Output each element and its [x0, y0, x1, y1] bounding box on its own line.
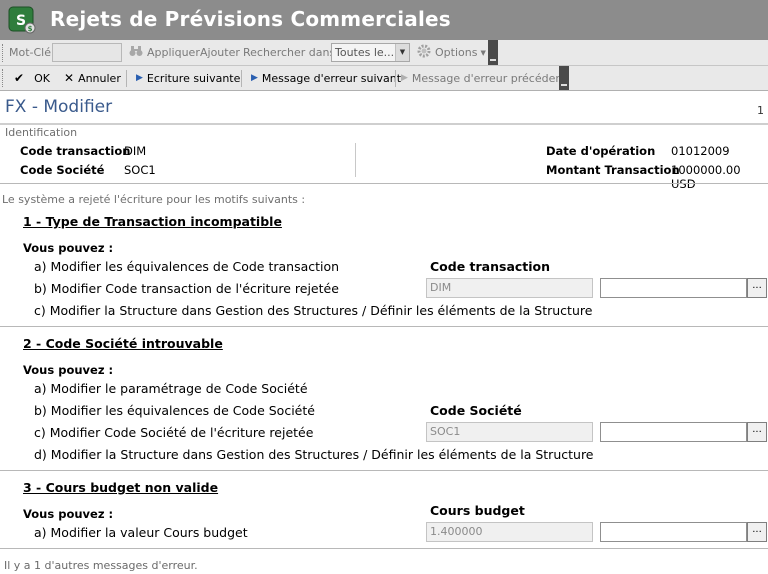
- footer-message: Il y a 1 d'autres messages d'erreur.: [4, 559, 198, 572]
- binoculars-icon: [129, 45, 143, 60]
- chevron-down-icon: ▼: [395, 44, 409, 61]
- action-toolbar: ✔ OK ✕ Annuler ▶ Ecriture suivante ▶ Mes…: [0, 66, 768, 91]
- ok-button[interactable]: ✔ OK: [14, 66, 50, 90]
- keyword-label: Mot-Clé: [9, 46, 52, 59]
- option-item: a) Modifier le paramétrage de Code Socié…: [34, 381, 308, 396]
- toolbar-separator: [241, 70, 242, 87]
- divider: [0, 123, 768, 125]
- window-title: Rejets de Prévisions Commerciales: [50, 7, 451, 31]
- code-societe-value: SOC1: [124, 163, 156, 177]
- form-title: FX - Modifier: [5, 97, 113, 117]
- toolbar-separator: [395, 70, 396, 87]
- keyword-input[interactable]: [52, 43, 122, 62]
- new-value-input[interactable]: [600, 278, 747, 298]
- toolbar-overflow-button[interactable]: [488, 40, 498, 65]
- you-can-label: Vous pouvez :: [23, 363, 114, 377]
- browse-button[interactable]: ...: [747, 422, 767, 442]
- code-transaction-label: Code transaction: [20, 144, 131, 158]
- code-transaction-value: DIM: [124, 144, 147, 158]
- page-number: 1: [757, 104, 764, 117]
- options-button[interactable]: Options ▼: [417, 40, 486, 65]
- date-operation-value: 01012009: [671, 144, 730, 158]
- next-arrow-icon: ▶: [251, 73, 258, 83]
- toolbar-grip[interactable]: [2, 69, 5, 87]
- toolbar-grip[interactable]: [2, 44, 5, 62]
- section-title: 2 - Code Société introuvable: [23, 336, 223, 351]
- apply-label: Appliquer: [147, 46, 200, 59]
- add-button[interactable]: Ajouter: [200, 40, 240, 65]
- date-operation-label: Date d'opération: [546, 144, 656, 158]
- divider: [0, 183, 768, 184]
- checkmark-icon: ✔: [14, 71, 25, 85]
- new-value-input[interactable]: [600, 422, 747, 442]
- cancel-button[interactable]: ✕ Annuler: [64, 66, 121, 90]
- montant-value: 1000000.00 USD: [671, 163, 741, 191]
- prev-error-label: Message d'erreur précédent: [411, 71, 567, 85]
- code-societe-label: Code Société: [20, 163, 105, 177]
- search-toolbar: Mot-Clé Appliquer Ajouter Rechercher dan…: [0, 40, 768, 66]
- option-item: b) Modifier Code transaction de l'écritu…: [34, 281, 339, 296]
- option-item: a) Modifier les équivalences de Code tra…: [34, 259, 340, 274]
- toolbar-overflow-button[interactable]: [559, 66, 569, 90]
- you-can-label: Vous pouvez :: [23, 241, 114, 255]
- cancel-label: Annuler: [78, 71, 121, 85]
- toolbar-separator: [126, 70, 127, 87]
- prev-error-button[interactable]: ▶ Message d'erreur précédent: [401, 66, 567, 90]
- app-logo-icon: S $: [8, 6, 36, 34]
- divider: [0, 548, 768, 549]
- identification-heading: Identification: [5, 126, 78, 139]
- apply-button[interactable]: Appliquer: [129, 40, 200, 65]
- current-value-field: 1.400000: [426, 522, 593, 542]
- next-error-button[interactable]: ▶ Message d'erreur suivant: [251, 66, 401, 90]
- search-in-label: Rechercher dans: [243, 46, 336, 59]
- option-item: c) Modifier la Structure dans Gestion de…: [34, 303, 593, 318]
- svg-text:$: $: [28, 25, 33, 33]
- divider: [0, 470, 768, 471]
- montant-label: Montant Transaction: [546, 163, 680, 177]
- option-item: c) Modifier Code Société de l'écriture r…: [34, 425, 314, 440]
- browse-button[interactable]: ...: [747, 522, 767, 542]
- option-item: d) Modifier la Structure dans Gestion de…: [34, 447, 594, 462]
- svg-text:S: S: [16, 13, 26, 29]
- next-error-label: Message d'erreur suivant: [261, 71, 402, 85]
- intro-text: Le système a rejeté l'écriture pour les …: [2, 193, 306, 206]
- options-label: Options: [435, 46, 478, 59]
- divider: [0, 326, 768, 327]
- next-entry-button[interactable]: ▶ Ecriture suivante: [136, 66, 240, 90]
- column-header: Code transaction: [430, 259, 551, 274]
- close-icon: ✕: [64, 71, 75, 85]
- option-item: a) Modifier la valeur Cours budget: [34, 525, 248, 540]
- new-value-input[interactable]: [600, 522, 747, 542]
- column-header: Cours budget: [430, 503, 525, 518]
- option-item: b) Modifier les équivalences de Code Soc…: [34, 403, 315, 418]
- title-bar: S $ Rejets de Prévisions Commerciales: [0, 0, 768, 40]
- browse-button[interactable]: ...: [747, 278, 767, 298]
- prev-arrow-icon: ▶: [401, 73, 408, 83]
- search-in-value: Toutes le...: [335, 46, 395, 59]
- column-divider: [355, 143, 356, 177]
- search-in-select[interactable]: Toutes le... ▼: [331, 43, 410, 62]
- ok-label: OK: [34, 71, 50, 85]
- current-value-field: SOC1: [426, 422, 593, 442]
- section-title: 1 - Type de Transaction incompatible: [23, 214, 282, 229]
- column-header: Code Société: [430, 403, 522, 418]
- next-arrow-icon: ▶: [136, 73, 143, 83]
- section-title: 3 - Cours budget non valide: [23, 480, 219, 495]
- next-entry-label: Ecriture suivante: [146, 71, 241, 85]
- gear-icon: [417, 44, 431, 61]
- options-dropdown-icon: ▼: [480, 48, 486, 57]
- you-can-label: Vous pouvez :: [23, 507, 114, 521]
- current-value-field: DIM: [426, 278, 593, 298]
